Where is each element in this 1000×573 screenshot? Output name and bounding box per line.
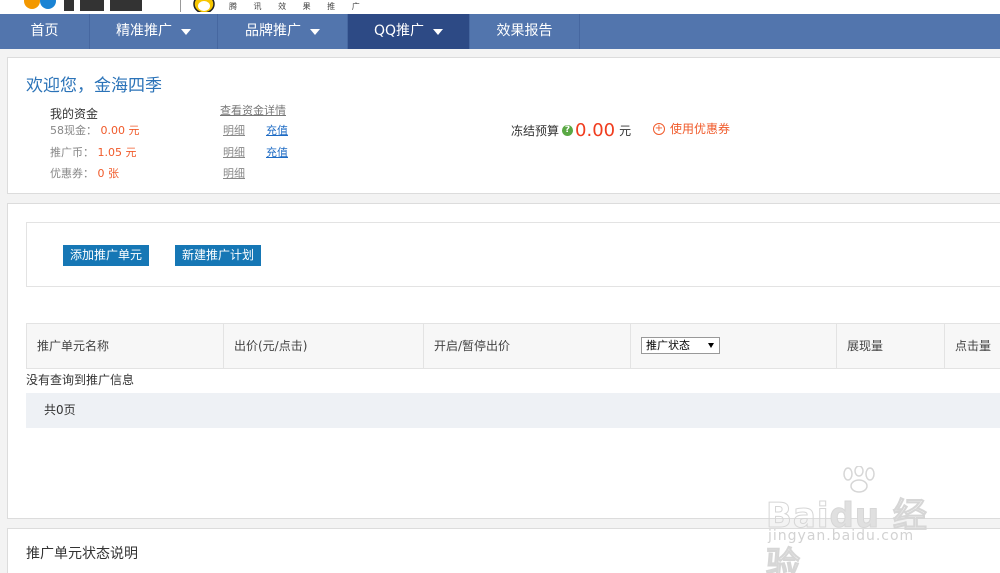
funds-title: 我的资金 <box>50 107 99 121</box>
caret-down-icon <box>181 29 191 35</box>
frozen-label: 冻结预算 <box>511 124 560 138</box>
coupons-detail-link[interactable]: 明细 <box>223 165 245 181</box>
frozen-budget: 冻结预算 ? 0.00 元 <box>511 120 631 141</box>
nav-brand-promotion[interactable]: 品牌推广 <box>218 14 348 49</box>
nav-qq-promotion[interactable]: QQ推广 <box>348 14 470 49</box>
table-header: 推广单元名称 出价(元/点击) 开启/暂停出价 推广状态 展现量 点击量 <box>26 323 1000 369</box>
empty-message: 没有查询到推广信息 <box>26 373 135 387</box>
fund-value: 1.05 元 <box>97 146 137 159</box>
main-nav: 首页 精准推广 品牌推广 QQ推广 效果报告 <box>0 14 1000 49</box>
nav-precise-promotion[interactable]: 精准推广 <box>90 14 218 49</box>
col-clicks: 点击量 <box>955 339 992 353</box>
caret-down-icon <box>433 29 444 35</box>
nav-home-label: 首页 <box>30 23 59 39</box>
frozen-amount: 0.00 <box>575 120 616 141</box>
58-logo[interactable] <box>24 0 174 12</box>
fund-label: 优惠券： <box>50 167 94 180</box>
coins-recharge-link[interactable]: 充值 <box>266 144 288 160</box>
frozen-unit: 元 <box>619 124 632 138</box>
nav-brand-label: 品牌推广 <box>245 23 301 39</box>
nav-effect-report[interactable]: 效果报告 <box>470 14 580 49</box>
col-bid: 出价(元/点击) <box>224 324 424 368</box>
logo-strip: 腾 讯 效 果 推 广 <box>0 0 1000 14</box>
use-coupon-label: 使用优惠券 <box>670 122 731 136</box>
help-icon[interactable]: ? <box>562 125 574 136</box>
col-bid-toggle: 开启/暂停出价 <box>424 324 631 368</box>
new-plan-button[interactable]: 新建推广计划 <box>175 245 262 266</box>
fund-row-cash: 58现金： 0.00 元 <box>50 122 140 138</box>
status-select-value: 推广状态 <box>646 339 690 352</box>
promotion-units-panel: 添加推广单元 新建推广计划 推广单元名称 出价(元/点击) 开启/暂停出价 推广… <box>7 203 1000 519</box>
plus-circle-icon: + <box>653 122 665 135</box>
toolbar: 添加推广单元 新建推广计划 <box>26 222 1000 287</box>
nav-home[interactable]: 首页 <box>0 14 90 49</box>
fund-value: 0 张 <box>97 167 120 180</box>
nav-report-label: 效果报告 <box>496 23 553 39</box>
status-legend-panel: 推广单元状态说明 <box>7 528 1000 573</box>
cash-detail-link[interactable]: 明细 <box>223 122 245 138</box>
add-unit-button[interactable]: 添加推广单元 <box>63 245 150 266</box>
qq-penguin-icon <box>193 0 215 12</box>
nav-qq-label: QQ推广 <box>373 23 425 39</box>
fund-row-promo-coins: 推广币： 1.05 元 <box>50 144 137 160</box>
logo-separator <box>180 0 181 12</box>
use-coupon-link[interactable]: + 使用优惠券 <box>653 120 730 137</box>
cash-recharge-link[interactable]: 充值 <box>266 122 288 138</box>
col-status: 推广状态 <box>631 324 837 368</box>
legend-title: 推广单元状态说明 <box>26 546 138 562</box>
fund-label: 推广币： <box>50 146 94 159</box>
col-unit-name: 推广单元名称 <box>27 324 224 368</box>
select-arrow-icon <box>708 343 714 348</box>
status-select[interactable]: 推广状态 <box>641 337 720 354</box>
col-impressions: 展现量 <box>837 324 945 368</box>
nav-precise-label: 精准推广 <box>116 23 172 39</box>
funds-detail-link[interactable]: 查看资金详情 <box>220 102 286 118</box>
fund-label: 58现金： <box>50 124 97 137</box>
coins-detail-link[interactable]: 明细 <box>223 144 245 160</box>
welcome-panel: 欢迎您，金海四季 我的资金 查看资金详情 58现金： 0.00 元 明细 充值 … <box>7 57 1000 194</box>
brand-tagline: 腾 讯 效 果 推 广 <box>229 2 367 11</box>
pagination: 共0页 <box>26 393 1000 428</box>
welcome-greeting: 欢迎您，金海四季 <box>26 76 162 96</box>
fund-row-coupons: 优惠券： 0 张 <box>50 165 119 181</box>
caret-down-icon <box>310 29 320 35</box>
fund-value: 0.00 元 <box>100 124 140 137</box>
